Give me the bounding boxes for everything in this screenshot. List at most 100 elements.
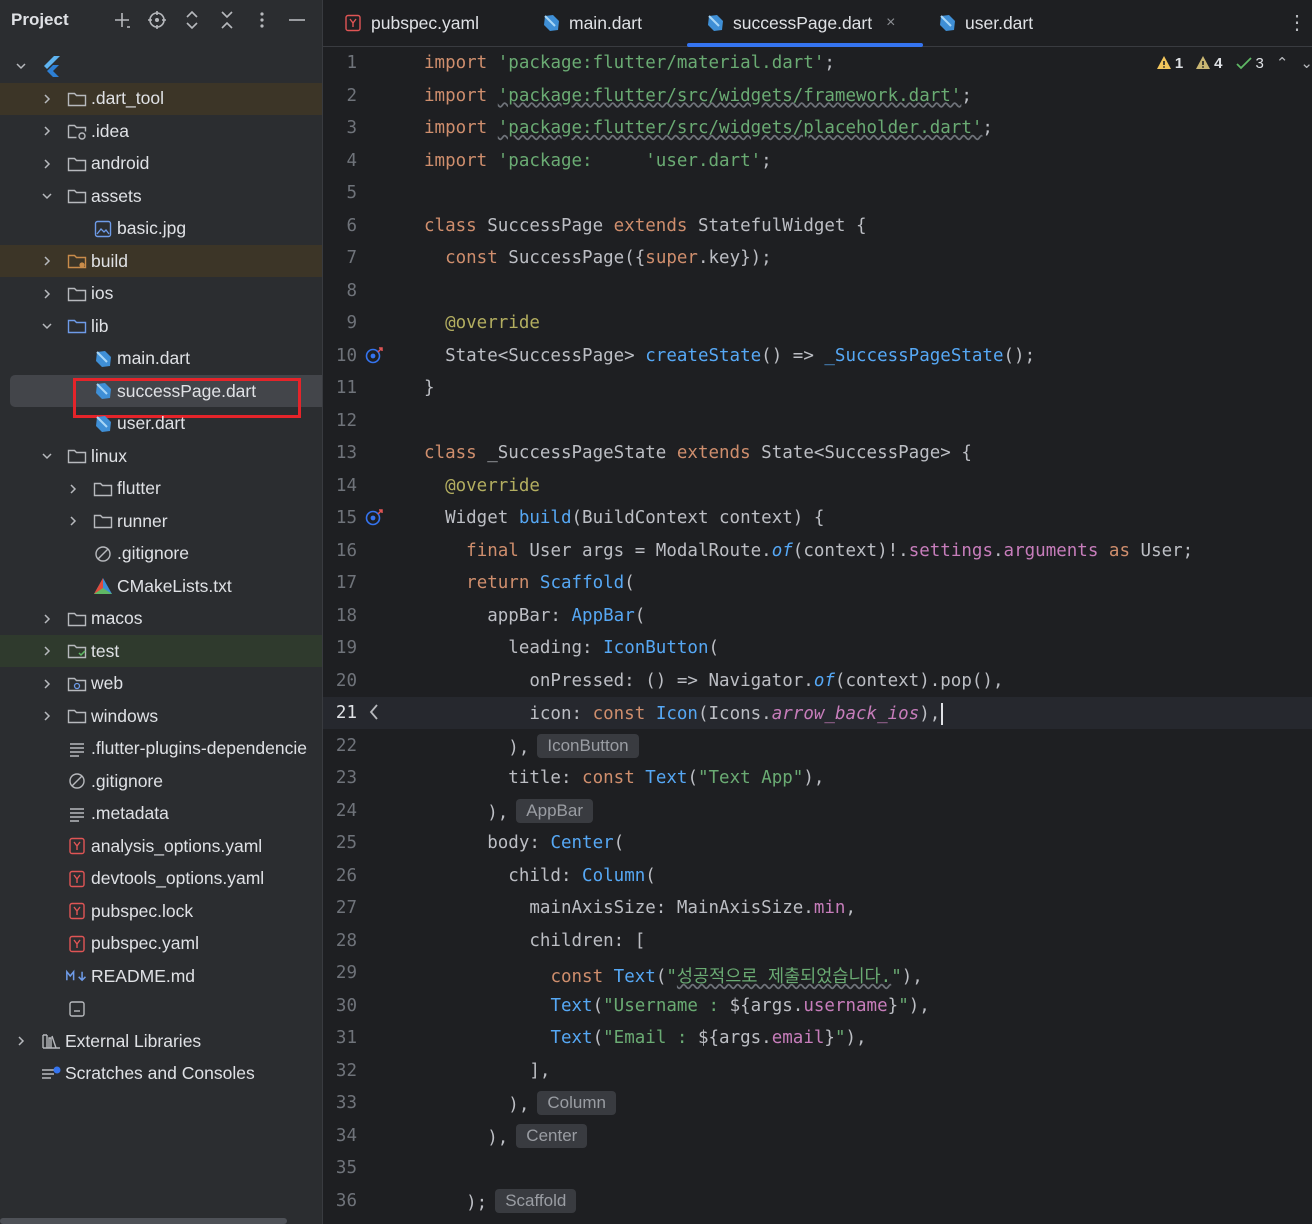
tree-item[interactable]: .gitignore (0, 538, 322, 570)
code-line[interactable]: 5 (323, 177, 1312, 209)
chevron-right-icon[interactable] (14, 1034, 28, 1048)
code-line[interactable]: 33 ), Column (323, 1087, 1312, 1119)
expand-all-icon[interactable] (181, 6, 203, 34)
chevron-right-icon[interactable] (40, 709, 54, 723)
chevron-right-icon[interactable] (40, 644, 54, 658)
code-line[interactable]: 13 class _SuccessPageState extends State<… (323, 437, 1312, 469)
code-line[interactable]: 34 ), Center (323, 1120, 1312, 1152)
code-line[interactable]: 12 (323, 405, 1312, 437)
collapse-all-icon[interactable] (216, 6, 238, 34)
hide-panel-icon[interactable] (286, 6, 308, 34)
tree-item[interactable]: macos (0, 603, 322, 635)
code-line[interactable]: 25 body: Center( (323, 827, 1312, 859)
chevron-right-icon[interactable] (40, 124, 54, 138)
tree-item[interactable]: windows (0, 700, 322, 732)
code-line[interactable]: 29 const Text("성공적으로 제출되었습니다."), (323, 957, 1312, 989)
chevron-right-icon[interactable] (40, 612, 54, 626)
chevron-right-icon[interactable] (40, 157, 54, 171)
tree-item[interactable]: analysis_options.yaml (0, 830, 322, 862)
code-line[interactable]: 19 leading: IconButton( (323, 632, 1312, 664)
tree-item[interactable]: runner (0, 505, 322, 537)
editor-tab[interactable]: successPage.dart × (686, 0, 924, 47)
editor-tab[interactable]: pubspec.yaml (343, 0, 479, 46)
tree-item[interactable]: README.md (0, 960, 322, 992)
tree-item[interactable]: main.dart (0, 343, 322, 375)
tree-item[interactable]: linux (0, 440, 322, 472)
tree-item[interactable]: .dart_tool (0, 82, 322, 115)
code-line[interactable]: 14 @override (323, 470, 1312, 502)
fold-marker-icon[interactable] (363, 701, 385, 723)
add-icon[interactable] (111, 6, 133, 34)
chevron-down-icon[interactable] (40, 449, 54, 463)
code-line[interactable]: 26 child: Column( (323, 860, 1312, 892)
override-marker-icon[interactable] (363, 506, 385, 528)
code-line[interactable]: 8 (323, 275, 1312, 307)
tree-item[interactable]: test (0, 635, 322, 667)
editor-tab[interactable]: main.dart (541, 0, 642, 46)
tree-item[interactable]: lib (0, 310, 322, 342)
close-tab-icon[interactable]: × (886, 14, 895, 32)
code-line[interactable]: 21 icon: const Icon(Icons.arrow_back_ios… (323, 697, 1312, 729)
locate-file-icon[interactable] (146, 6, 168, 34)
code-line[interactable]: 9 @override (323, 307, 1312, 339)
code-line[interactable]: 18 appBar: AppBar( (323, 600, 1312, 632)
tree-item[interactable]: Scratches and Consoles (0, 1058, 322, 1090)
project-panel-title[interactable]: Project (11, 10, 69, 30)
code-line[interactable]: 30 Text("Username : ${args.username}"), (323, 990, 1312, 1022)
code-line[interactable]: 11} (323, 372, 1312, 404)
tree-item[interactable]: flutter (0, 473, 322, 505)
override-marker-icon[interactable] (363, 344, 385, 366)
chevron-right-icon[interactable] (66, 482, 80, 496)
tree-item[interactable]: pubspec.yaml (0, 928, 322, 960)
code-line[interactable]: 7 const SuccessPage({super.key}); (323, 242, 1312, 274)
tree-item[interactable]: .flutter-plugins-dependencie (0, 733, 322, 765)
code-line[interactable]: 28 children: [ (323, 925, 1312, 957)
code-line[interactable]: 2 import 'package:flutter/src/widgets/fra… (323, 80, 1312, 112)
code-line[interactable]: 17 return Scaffold( (323, 567, 1312, 599)
chevron-down-icon[interactable] (14, 59, 28, 73)
code-line[interactable]: 35 (323, 1152, 1312, 1184)
tree-item[interactable]: .metadata (0, 798, 322, 830)
chevron-down-icon[interactable] (40, 189, 54, 203)
tree-item[interactable]: .idea (0, 115, 322, 147)
code-line[interactable]: 32 ], (323, 1055, 1312, 1087)
chevron-right-icon[interactable] (66, 514, 80, 528)
code-line[interactable]: 27 mainAxisSize: MainAxisSize.min, (323, 892, 1312, 924)
code-line[interactable]: 24 ), AppBar (323, 795, 1312, 827)
tree-item[interactable]: build (0, 245, 322, 277)
tree-item[interactable]: pubspec.lock (0, 895, 322, 927)
code-line[interactable]: 3 import 'package:flutter/src/widgets/pla… (323, 112, 1312, 144)
tree-item[interactable]: CMakeLists.txt (0, 570, 322, 602)
horizontal-scrollbar[interactable] (0, 1218, 287, 1224)
code-line[interactable]: 20 onPressed: () => Navigator.of(context… (323, 665, 1312, 697)
code-line[interactable]: 6 class SuccessPage extends StatefulWidge… (323, 210, 1312, 242)
tree-item[interactable]: devtools_options.yaml (0, 863, 322, 895)
code-line[interactable]: 31 Text("Email : ${args.email}"), (323, 1022, 1312, 1054)
tree-item[interactable]: External Libraries (0, 1025, 322, 1057)
tree-item[interactable] (0, 993, 322, 1025)
tree-item[interactable] (0, 50, 322, 82)
tree-item[interactable]: web (0, 668, 322, 700)
tabs-more-icon[interactable]: ⋮ (1287, 10, 1307, 35)
tree-item[interactable]: .gitignore (0, 765, 322, 797)
code-line[interactable]: 1 import 'package:flutter/material.dart'; (323, 47, 1312, 79)
code-line[interactable]: 16 final User args = ModalRoute.of(conte… (323, 535, 1312, 567)
chevron-right-icon[interactable] (40, 92, 54, 106)
code-line[interactable]: 4 import 'package: 'user.dart'; (323, 145, 1312, 177)
code-line[interactable]: 36 ); Scaffold (323, 1185, 1312, 1217)
tree-item[interactable]: ios (0, 278, 322, 310)
tree-item[interactable]: android (0, 148, 322, 180)
code-line[interactable]: 15 Widget build(BuildContext context) { (323, 502, 1312, 534)
tree-item[interactable]: basic.jpg (0, 213, 322, 245)
code-line[interactable]: 22 ), IconButton (323, 730, 1312, 762)
code-line[interactable]: 10 State<SuccessPage> createState() => _… (323, 340, 1312, 372)
line-number: 5 (346, 183, 357, 203)
editor-tab[interactable]: user.dart (937, 0, 1033, 46)
chevron-right-icon[interactable] (40, 254, 54, 268)
chevron-down-icon[interactable] (40, 319, 54, 333)
chevron-right-icon[interactable] (40, 677, 54, 691)
tree-item[interactable]: assets (0, 180, 322, 212)
options-menu-icon[interactable] (251, 6, 273, 34)
chevron-right-icon[interactable] (40, 287, 54, 301)
code-line[interactable]: 23 title: const Text("Text App"), (323, 762, 1312, 794)
